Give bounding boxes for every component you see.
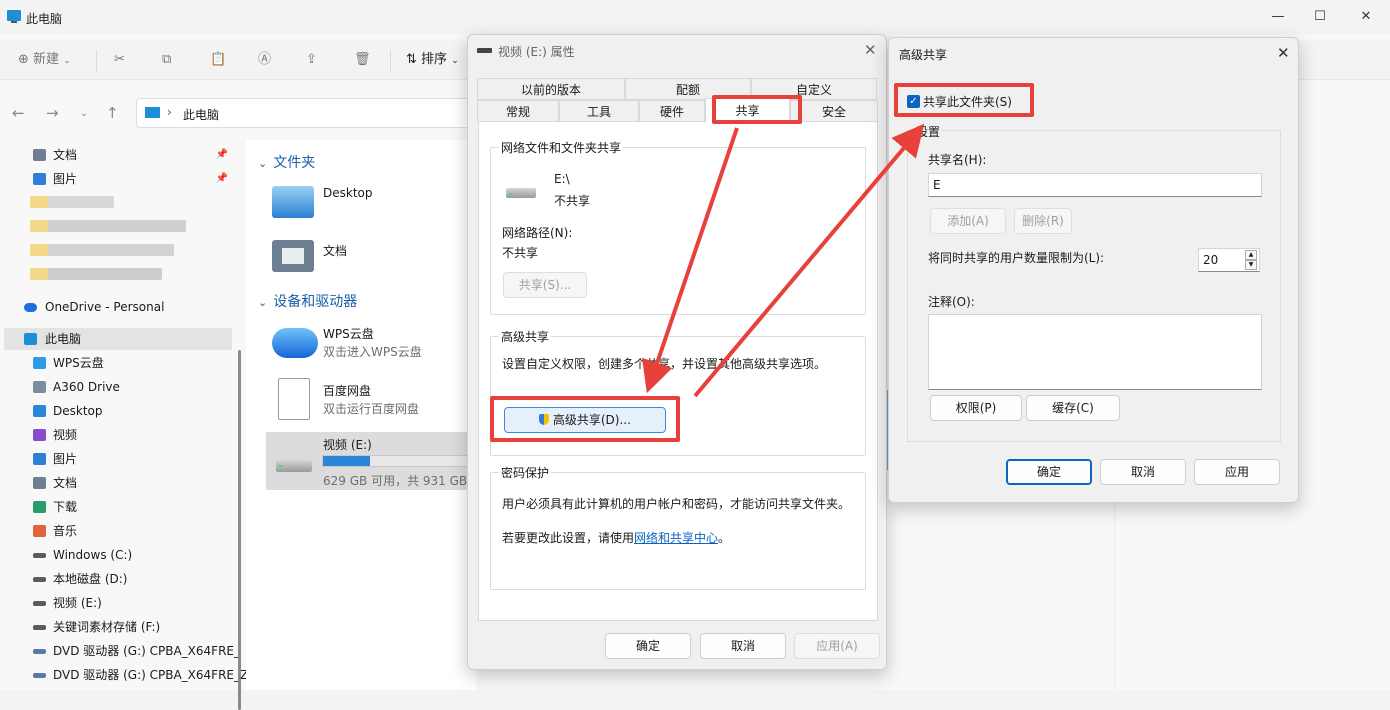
arrow-to-advanced-button (642, 127, 739, 394)
annotation-arrows (642, 123, 925, 398)
arrow-to-share-checkbox (693, 123, 925, 398)
